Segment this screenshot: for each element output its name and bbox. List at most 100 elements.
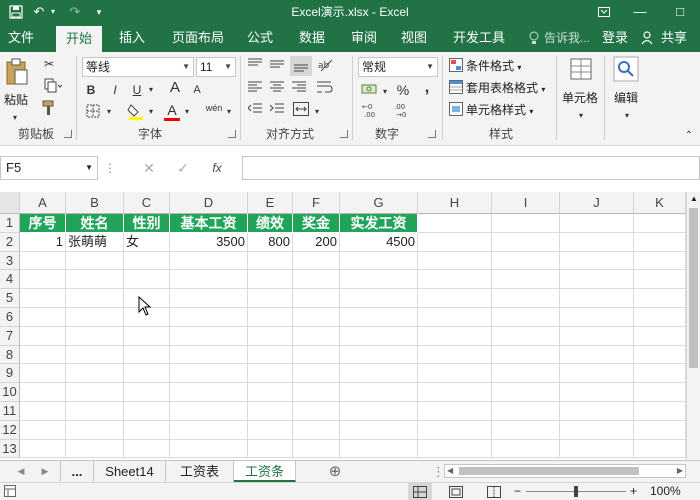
cell[interactable] bbox=[634, 308, 686, 327]
cell[interactable] bbox=[340, 270, 418, 290]
save-icon[interactable] bbox=[6, 0, 26, 24]
italic-button[interactable]: I bbox=[108, 82, 122, 98]
format-painter-icon[interactable] bbox=[40, 100, 58, 120]
row-header[interactable]: 1 bbox=[0, 214, 20, 233]
cell[interactable] bbox=[634, 383, 686, 402]
tell-me-search[interactable]: 告诉我... bbox=[542, 24, 592, 52]
cell[interactable] bbox=[248, 326, 293, 346]
bold-button[interactable]: B bbox=[84, 82, 98, 98]
font-color-dropdown-icon[interactable]: ▾ bbox=[182, 104, 192, 120]
table-cell[interactable]: 4500 bbox=[340, 232, 418, 252]
cell[interactable] bbox=[20, 364, 66, 384]
column-header[interactable]: I bbox=[492, 192, 560, 214]
cell[interactable] bbox=[124, 383, 170, 402]
tab-file[interactable]: 文件 bbox=[0, 24, 42, 52]
cell[interactable] bbox=[560, 402, 634, 421]
cell[interactable] bbox=[560, 326, 634, 346]
normal-view-icon[interactable] bbox=[408, 483, 432, 500]
format-as-table-button[interactable]: 套用表格格式 ▾ bbox=[466, 80, 545, 98]
cell[interactable] bbox=[124, 270, 170, 290]
maximize-icon[interactable]: □ bbox=[670, 0, 690, 24]
cell[interactable] bbox=[418, 232, 492, 252]
cell[interactable] bbox=[418, 383, 492, 402]
increase-font-button[interactable]: A bbox=[168, 80, 182, 96]
tab-home[interactable]: 开始 bbox=[56, 26, 102, 52]
cells-icon[interactable] bbox=[566, 56, 596, 86]
formula-input[interactable] bbox=[242, 156, 700, 180]
cell[interactable] bbox=[20, 308, 66, 327]
align-top-icon[interactable] bbox=[246, 58, 264, 74]
cell[interactable] bbox=[124, 420, 170, 440]
column-header[interactable]: F bbox=[293, 192, 340, 214]
cell[interactable] bbox=[248, 402, 293, 421]
cell[interactable] bbox=[560, 232, 634, 252]
number-launcher-icon[interactable] bbox=[428, 130, 436, 138]
cell[interactable] bbox=[293, 289, 340, 308]
cell[interactable] bbox=[20, 420, 66, 440]
number-format-select[interactable]: 常规 ▼ bbox=[358, 57, 438, 77]
cell[interactable] bbox=[170, 326, 248, 346]
zoom-out-icon[interactable]: − bbox=[514, 483, 521, 499]
scroll-right-icon[interactable]: ▶ bbox=[677, 465, 683, 477]
cell[interactable] bbox=[124, 364, 170, 384]
find-icon[interactable] bbox=[612, 56, 640, 86]
cell[interactable] bbox=[248, 345, 293, 365]
cell[interactable] bbox=[492, 308, 560, 327]
phonetic-dropdown-icon[interactable]: ▾ bbox=[224, 104, 234, 120]
font-name-select[interactable]: 等线 ▼ bbox=[82, 57, 194, 77]
cell[interactable] bbox=[293, 326, 340, 346]
cell[interactable] bbox=[340, 326, 418, 346]
increase-indent-icon[interactable] bbox=[268, 102, 286, 118]
cell[interactable] bbox=[492, 326, 560, 346]
clipboard-launcher-icon[interactable] bbox=[64, 130, 72, 138]
collapse-ribbon-icon[interactable]: ⌃ bbox=[682, 128, 696, 144]
column-header[interactable]: G bbox=[340, 192, 418, 214]
paste-icon[interactable] bbox=[4, 58, 30, 88]
table-cell[interactable]: 3500 bbox=[170, 232, 248, 252]
row-header[interactable]: 2 bbox=[0, 232, 20, 252]
tab-developer[interactable]: 开发工具 bbox=[446, 24, 512, 52]
cell[interactable] bbox=[492, 251, 560, 271]
cell[interactable] bbox=[248, 251, 293, 271]
cell[interactable] bbox=[560, 270, 634, 290]
cell[interactable] bbox=[634, 364, 686, 384]
table-cell[interactable]: 张萌萌 bbox=[66, 232, 124, 252]
borders-icon[interactable] bbox=[84, 104, 102, 122]
cell[interactable] bbox=[340, 308, 418, 327]
column-header[interactable]: J bbox=[560, 192, 634, 214]
cell[interactable] bbox=[492, 232, 560, 252]
currency-dropdown-icon[interactable]: ▾ bbox=[380, 84, 390, 100]
cell[interactable] bbox=[492, 214, 560, 233]
row-header[interactable]: 10 bbox=[0, 383, 20, 402]
borders-dropdown-icon[interactable]: ▾ bbox=[104, 104, 114, 120]
cell[interactable] bbox=[634, 251, 686, 271]
sign-in-link[interactable]: 登录 bbox=[598, 24, 632, 52]
cell[interactable] bbox=[170, 420, 248, 440]
row-header[interactable]: 11 bbox=[0, 402, 20, 421]
table-header-cell[interactable]: 绩效 bbox=[248, 214, 293, 233]
insert-function-button[interactable]: fx bbox=[208, 160, 226, 176]
cell[interactable] bbox=[492, 402, 560, 421]
cell[interactable] bbox=[293, 270, 340, 290]
table-cell[interactable]: 女 bbox=[124, 232, 170, 252]
cell[interactable] bbox=[248, 270, 293, 290]
cell[interactable] bbox=[560, 420, 634, 440]
cell[interactable] bbox=[293, 251, 340, 271]
font-size-select[interactable]: 11 ▼ bbox=[196, 57, 236, 77]
font-launcher-icon[interactable] bbox=[228, 130, 236, 138]
cell[interactable] bbox=[418, 326, 492, 346]
wrap-text-icon[interactable] bbox=[316, 80, 334, 98]
cell[interactable] bbox=[560, 214, 634, 233]
cell[interactable] bbox=[340, 364, 418, 384]
table-header-cell[interactable]: 序号 bbox=[20, 214, 66, 233]
cell[interactable] bbox=[293, 402, 340, 421]
cell[interactable] bbox=[293, 439, 340, 459]
cell[interactable] bbox=[634, 439, 686, 459]
cell[interactable] bbox=[66, 383, 124, 402]
cell[interactable] bbox=[634, 402, 686, 421]
column-header[interactable]: D bbox=[170, 192, 248, 214]
cell[interactable] bbox=[20, 439, 66, 459]
cell[interactable] bbox=[634, 326, 686, 346]
cell[interactable] bbox=[492, 383, 560, 402]
cell[interactable] bbox=[124, 345, 170, 365]
